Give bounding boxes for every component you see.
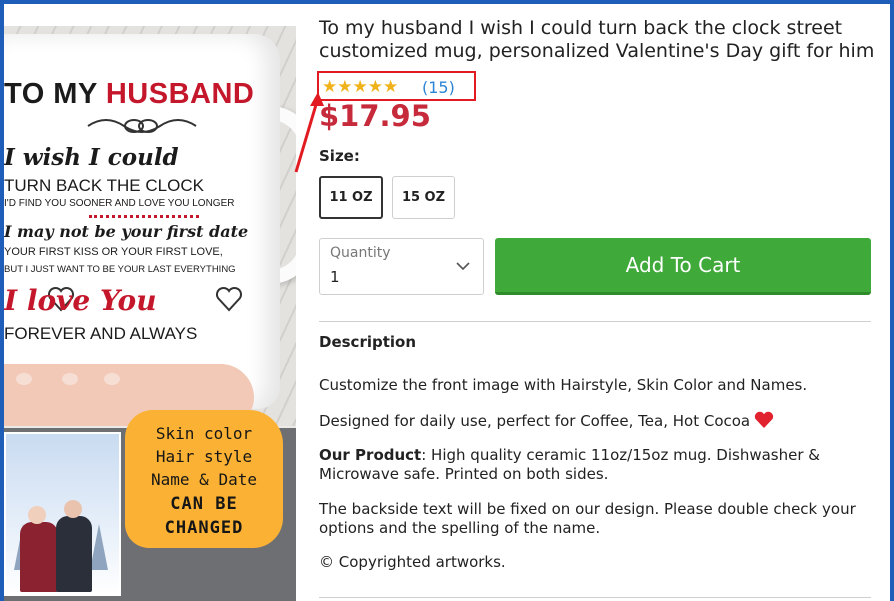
badge-line: Hair style — [155, 447, 253, 466]
dotted-divider — [89, 215, 199, 218]
badge-line: Skin color — [155, 424, 253, 443]
description-paragraph-3: Our Product: High quality ceramic 11oz/1… — [319, 446, 867, 484]
quantity-label: Quantity — [330, 245, 391, 261]
rating-highlight-box: ★★★★★ (15) — [317, 71, 476, 101]
description-heading: Description — [319, 333, 417, 351]
product-title: To my husband I wish I could turn back t… — [319, 17, 875, 62]
badge-line: CAN BE — [170, 494, 238, 514]
description-bold-text: Our Product — [319, 446, 422, 464]
mug: TO MY HUSBAND I wish I could TURN BACK T… — [4, 34, 280, 409]
copyright-notice: © Copyrighted artworks. — [319, 553, 506, 571]
chevron-down-icon — [456, 262, 470, 271]
mug-line-2: TURN BACK THE CLOCK — [4, 176, 204, 195]
heart-icon — [754, 411, 774, 428]
badge-line: CHANGED — [164, 518, 244, 538]
divider — [319, 597, 871, 598]
product-page: TO MY HUSBAND I wish I could TURN BACK T… — [4, 4, 890, 601]
review-count-link[interactable]: (15) — [422, 78, 455, 97]
size-option-15oz[interactable]: 15 OZ — [392, 176, 455, 219]
person-figure — [20, 522, 58, 592]
add-to-cart-button[interactable]: Add To Cart — [495, 238, 871, 295]
fingernail — [16, 373, 32, 385]
ornament-icon — [87, 119, 197, 133]
mug-line-6: BUT I JUST WANT TO BE YOUR LAST EVERYTHI… — [4, 264, 236, 275]
heart-outline-icon — [215, 286, 243, 312]
fingernail — [104, 373, 120, 385]
person-figure — [56, 516, 92, 592]
couple-illustration — [4, 432, 121, 596]
description-paragraph-1: Customize the front image with Hairstyle… — [319, 376, 808, 394]
mug-title: TO MY HUSBAND — [4, 78, 255, 110]
badge-line: Name & Date — [151, 470, 257, 489]
product-price: $17.95 — [319, 99, 431, 133]
description-text: Designed for daily use, perfect for Coff… — [319, 412, 751, 430]
quantity-select[interactable]: Quantity 1 — [319, 238, 484, 295]
mug-line-3: I'D FIND YOU SOONER AND LOVE YOU LONGER — [4, 198, 235, 209]
mug-line-4: I may not be your first date — [4, 222, 249, 241]
person-head — [64, 500, 82, 518]
customization-badge: Skin color Hair style Name & Date CAN BE… — [125, 410, 283, 548]
person-head — [28, 506, 46, 524]
fingernail — [62, 373, 78, 385]
divider — [319, 321, 871, 322]
mug-line-8: FOREVER AND ALWAYS — [4, 324, 198, 343]
size-label: Size: — [319, 147, 360, 165]
mug-line-5: YOUR FIRST KISS OR YOUR FIRST LOVE, — [4, 246, 223, 258]
product-image[interactable]: TO MY HUSBAND I wish I could TURN BACK T… — [4, 26, 296, 601]
star-rating-icon: ★★★★★ — [322, 77, 399, 97]
tree — [90, 524, 108, 570]
mug-line-1: I wish I could — [4, 144, 179, 171]
description-paragraph-2: Designed for daily use, perfect for Coff… — [319, 411, 867, 431]
quantity-value: 1 — [330, 268, 340, 286]
size-option-11oz[interactable]: 11 OZ — [319, 176, 383, 219]
description-paragraph-4: The backside text will be fixed on our d… — [319, 500, 856, 537]
